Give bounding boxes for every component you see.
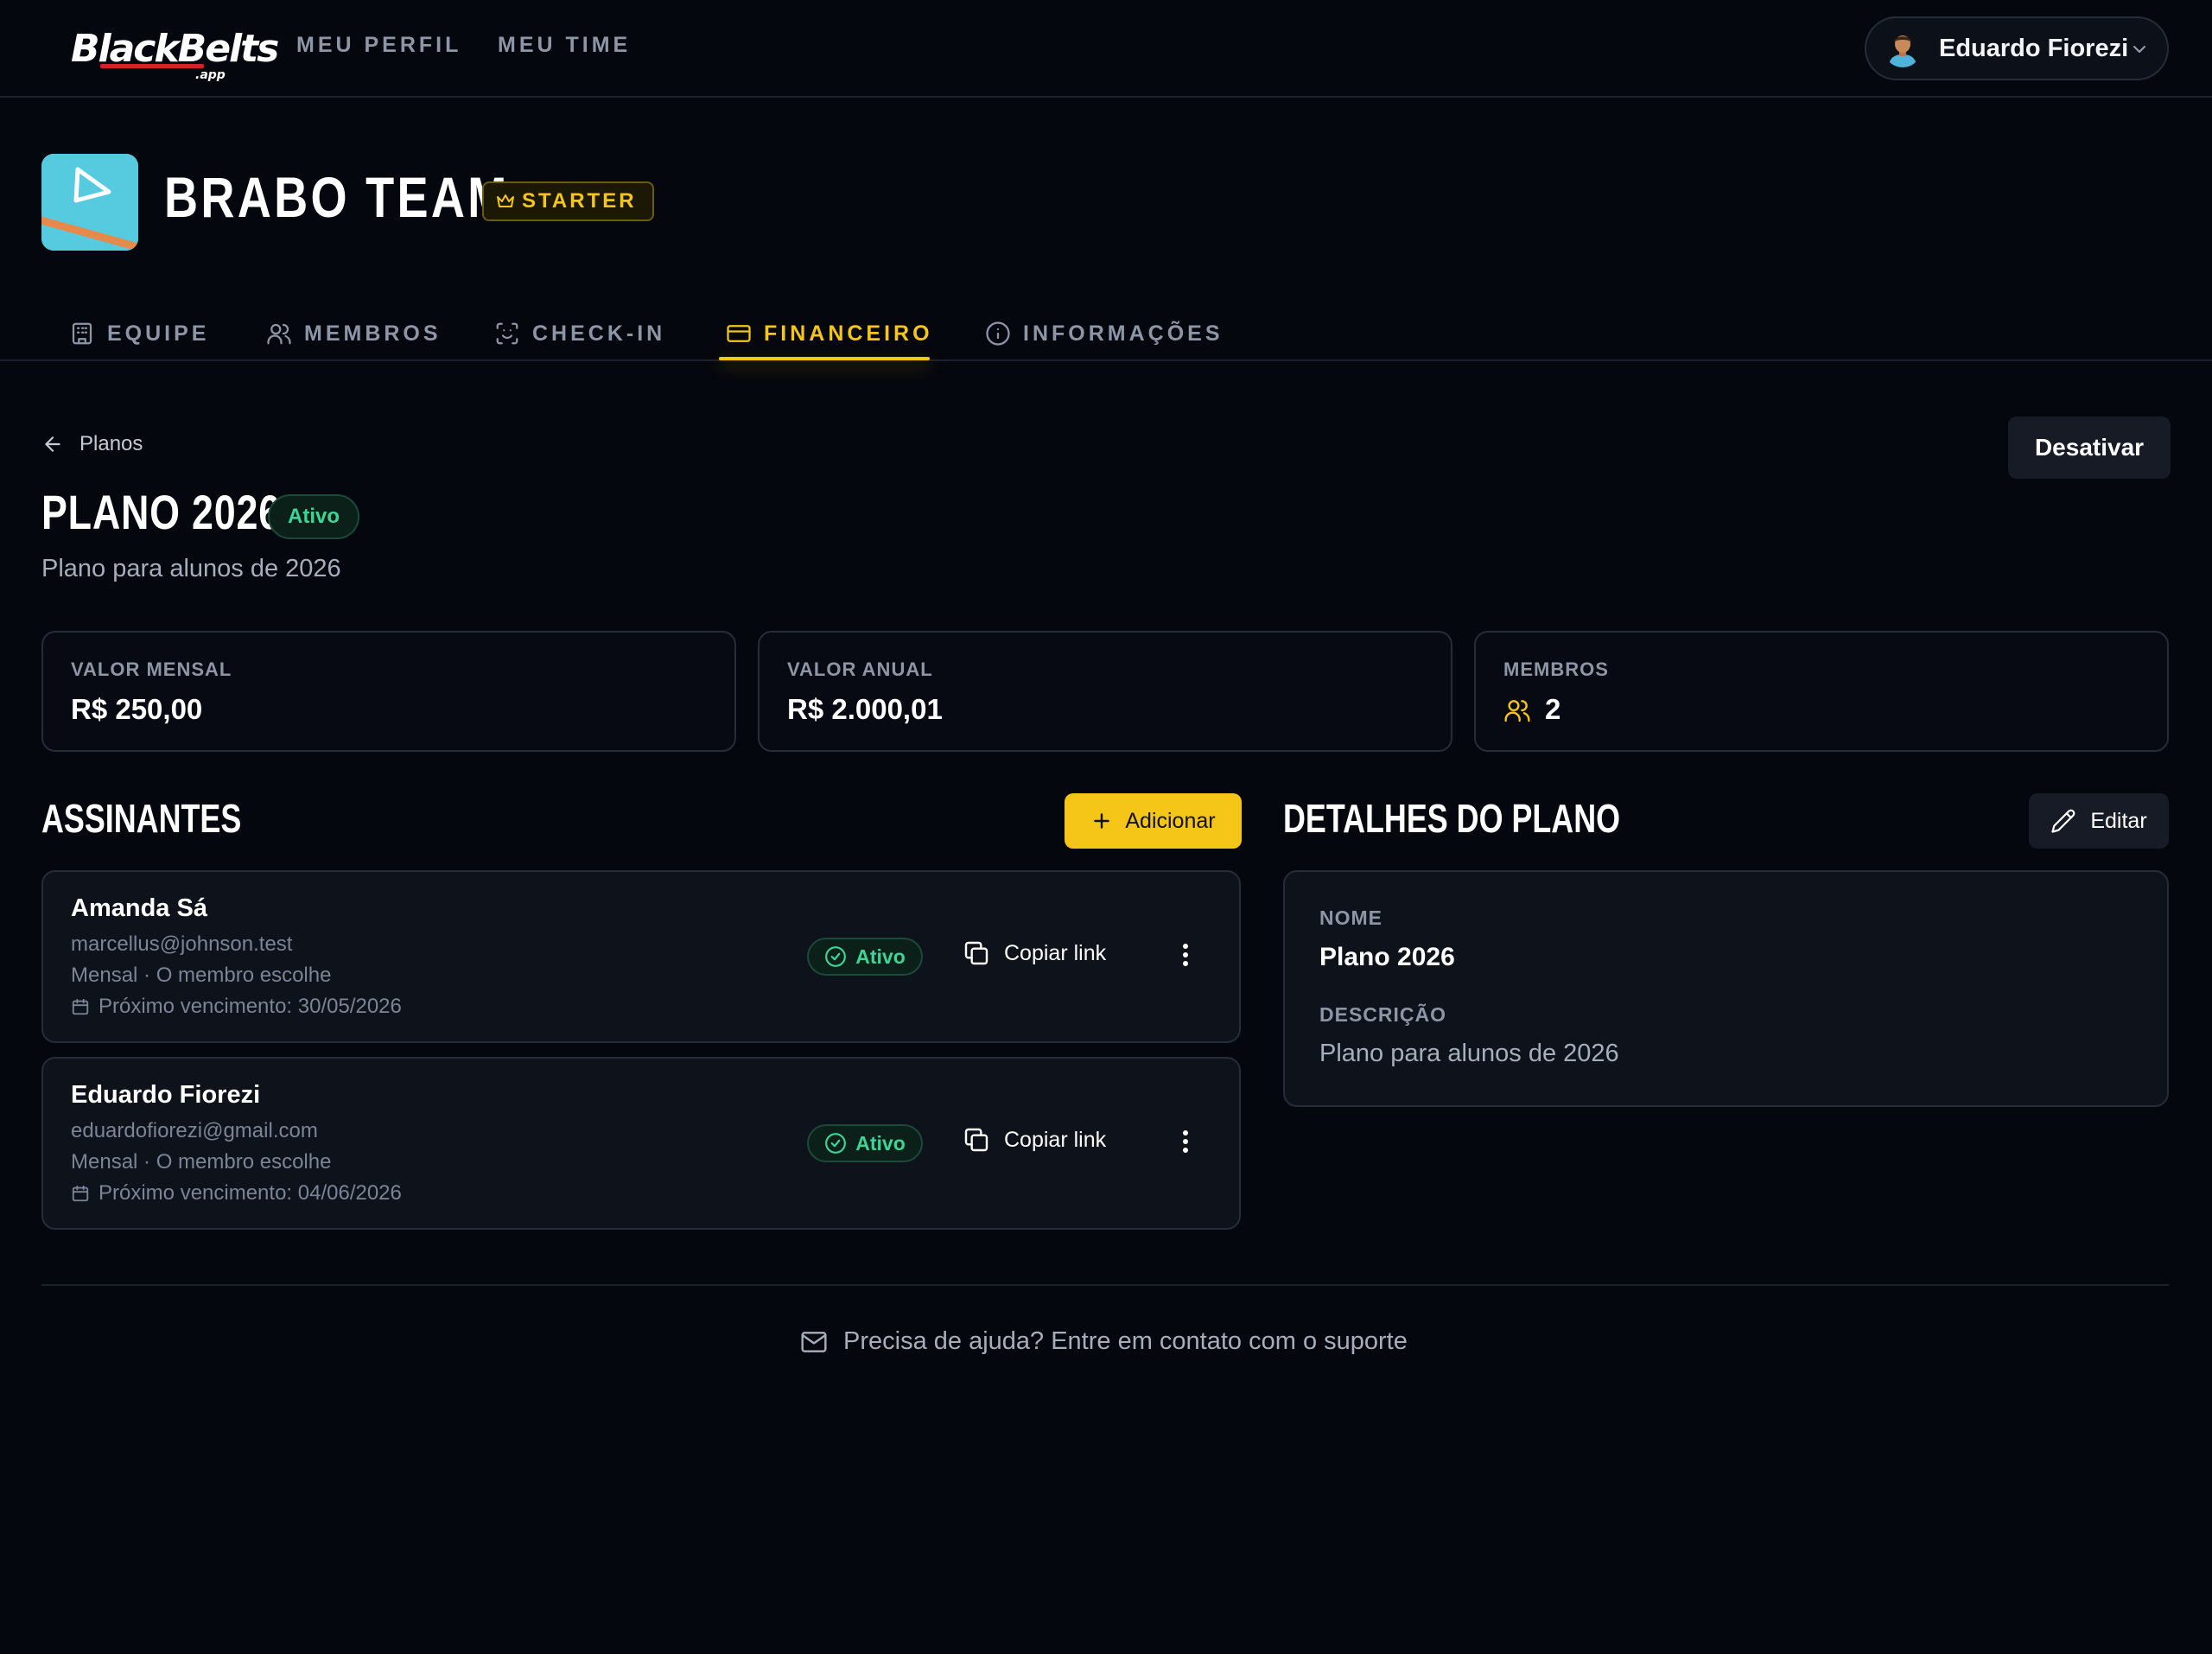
detail-description-value: Plano para alunos de 2026 xyxy=(1319,1040,1619,1067)
subscriber-email: marcellus@johnson.test xyxy=(71,932,293,956)
copy-link-button[interactable]: Copiar link xyxy=(963,939,1106,967)
copy-label: Copiar link xyxy=(1004,1127,1107,1152)
plan-badge: STARTER xyxy=(482,181,654,221)
logo-domain: .app xyxy=(195,68,226,82)
page-title: PLANO 2026 xyxy=(41,485,281,539)
due-label: Próximo vencimento: 30/05/2026 xyxy=(99,995,402,1018)
crown-icon xyxy=(497,194,514,207)
plus-icon xyxy=(1094,813,1110,829)
subscriber-name: Amanda Sá xyxy=(71,894,207,922)
team-logo xyxy=(41,154,138,251)
details-title: DETALHES DO PLANO xyxy=(1283,796,1621,841)
tab-label: CHECK-IN xyxy=(532,321,666,346)
check-circle-icon xyxy=(825,946,847,967)
stat-card-monthly: VALOR MENSAL R$ 250,00 xyxy=(41,631,736,752)
add-label: Adicionar xyxy=(1125,808,1216,833)
due-label: Próximo vencimento: 04/06/2026 xyxy=(99,1181,402,1205)
back-label: Planos xyxy=(79,432,143,455)
edit-label: Editar xyxy=(2090,808,2147,833)
nav-meu-time[interactable]: MEU TIME xyxy=(498,33,631,58)
copy-icon xyxy=(964,941,988,965)
top-navbar: BlackBelts .app MEU PERFIL MEU TIME Edua… xyxy=(0,0,2212,98)
chevron-down-icon xyxy=(2133,46,2145,53)
edit-plan-button[interactable]: Editar xyxy=(2029,793,2169,849)
stat-card-annual: VALOR ANUAL R$ 2.000,01 xyxy=(758,631,1452,752)
check-circle-icon xyxy=(825,1133,847,1154)
plan-badge-label: STARTER xyxy=(522,189,637,213)
plan-details-card: NOME Plano 2026 DESCRIÇÃO Plano para alu… xyxy=(1283,870,2169,1107)
stat-value: R$ 250,00 xyxy=(71,693,203,725)
info-icon xyxy=(986,321,1010,346)
team-name: BRABO TEAM xyxy=(164,165,510,229)
status-label: Ativo xyxy=(855,945,906,968)
plan-status-badge: Ativo xyxy=(268,494,359,539)
stat-value: R$ 2.000,01 xyxy=(787,693,943,725)
users-icon xyxy=(267,323,291,345)
subscriber-card: Amanda Sá marcellus@johnson.test Mensal … xyxy=(41,870,1241,1043)
pencil-icon xyxy=(2051,809,2075,833)
support-link[interactable]: Precisa de ajuda? Entre em contato com o… xyxy=(800,1327,1408,1356)
tab-check-in[interactable]: CHECK-IN xyxy=(494,308,665,359)
app-logo[interactable]: BlackBelts .app xyxy=(67,21,279,83)
detail-description-label: DESCRIÇÃO xyxy=(1319,1003,1447,1026)
avatar xyxy=(1884,29,1922,67)
subscriber-email: eduardofiorezi@gmail.com xyxy=(71,1119,318,1142)
tab-label: INFORMAÇÕES xyxy=(1023,321,1224,346)
support-text: Precisa de ajuda? Entre em contato com o… xyxy=(843,1327,1408,1355)
user-name: Eduardo Fiorezi xyxy=(1939,34,2129,62)
copy-link-button[interactable]: Copiar link xyxy=(963,1126,1106,1154)
stat-card-members: MEMBROS 2 xyxy=(1474,631,2169,752)
copy-label: Copiar link xyxy=(1004,940,1107,965)
logo-wordmark: BlackBelts xyxy=(71,27,279,71)
calendar-icon xyxy=(72,1185,89,1202)
logo-underline xyxy=(100,64,204,68)
users-icon xyxy=(1504,700,1530,722)
detail-name-label: NOME xyxy=(1319,907,1382,929)
active-tab-indicator xyxy=(719,357,930,360)
subscriber-status-badge: Ativo xyxy=(807,938,923,976)
deactivate-button[interactable]: Desativar xyxy=(2008,417,2171,479)
tab-label: FINANCEIRO xyxy=(764,321,933,346)
subscriber-card: Eduardo Fiorezi eduardofiorezi@gmail.com… xyxy=(41,1057,1241,1230)
footer-divider xyxy=(41,1284,2169,1286)
subscriber-billing: Mensal · O membro escolhe xyxy=(71,964,332,987)
credit-card-icon xyxy=(727,325,751,342)
tab-financeiro[interactable]: FINANCEIRO xyxy=(726,308,933,359)
subscriber-due-date: Próximo vencimento: 30/05/2026 xyxy=(71,995,402,1019)
arrow-left-icon xyxy=(45,436,60,452)
status-label: Ativo xyxy=(288,505,340,528)
tab-equipe[interactable]: EQUIPE xyxy=(69,308,209,359)
subscriber-billing: Mensal · O membro escolhe xyxy=(71,1150,332,1174)
building-icon xyxy=(72,322,92,345)
mail-icon xyxy=(801,1331,827,1352)
subscriber-name: Eduardo Fiorezi xyxy=(71,1081,261,1109)
more-vertical-icon[interactable] xyxy=(1180,1128,1191,1155)
stat-value: 2 xyxy=(1545,693,1561,725)
tab-label: EQUIPE xyxy=(107,321,210,346)
detail-name-value: Plano 2026 xyxy=(1319,943,1455,971)
tab-informacoes[interactable]: INFORMAÇÕES xyxy=(985,308,1224,359)
stat-label: VALOR ANUAL xyxy=(787,658,933,680)
more-vertical-icon[interactable] xyxy=(1180,941,1191,969)
copy-icon xyxy=(964,1128,988,1152)
subscriber-due-date: Próximo vencimento: 04/06/2026 xyxy=(71,1181,402,1206)
tab-label: MEMBROS xyxy=(304,321,442,346)
user-menu[interactable]: Eduardo Fiorezi xyxy=(1865,16,2169,80)
tabs-divider xyxy=(0,359,2212,361)
calendar-icon xyxy=(72,998,89,1015)
subscribers-title: ASSINANTES xyxy=(41,796,242,841)
scan-face-icon xyxy=(496,322,518,345)
add-subscriber-button[interactable]: Adicionar xyxy=(1065,793,1242,849)
subscriber-status-badge: Ativo xyxy=(807,1124,923,1162)
back-to-plans-link[interactable]: Planos xyxy=(41,429,143,460)
stat-label: VALOR MENSAL xyxy=(71,658,232,680)
nav-meu-perfil[interactable]: MEU PERFIL xyxy=(296,33,461,58)
stat-label: MEMBROS xyxy=(1503,658,1609,680)
status-label: Ativo xyxy=(855,1131,906,1155)
tab-membros[interactable]: MEMBROS xyxy=(266,308,442,359)
page-subtitle: Plano para alunos de 2026 xyxy=(41,555,341,582)
